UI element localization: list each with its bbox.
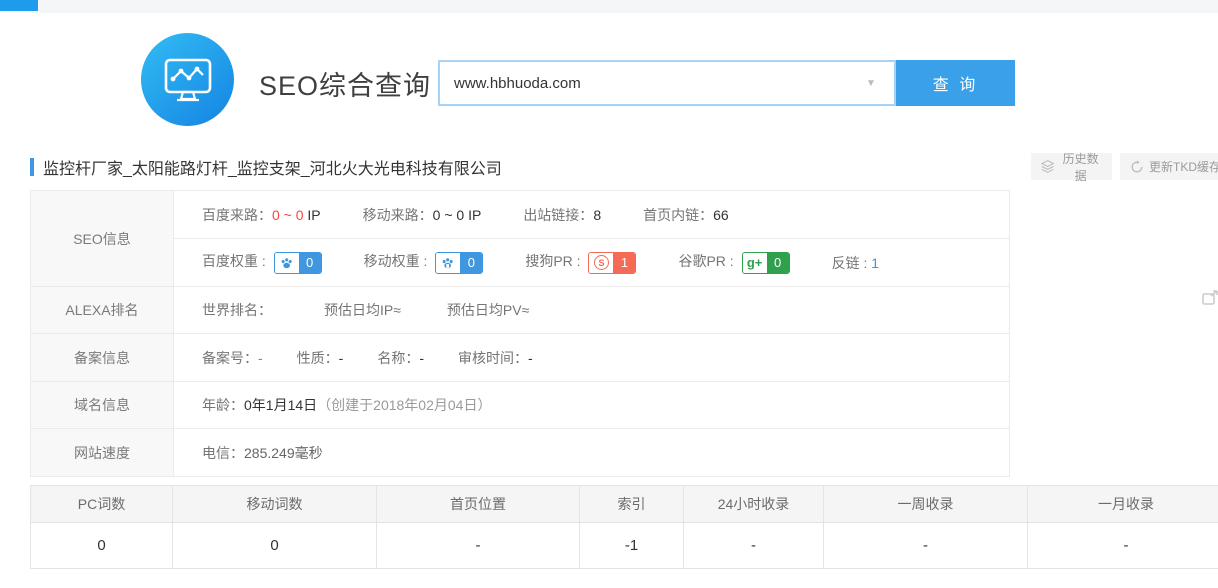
refresh-icon: [1130, 160, 1144, 174]
sogou-pr-badge[interactable]: S 1: [588, 252, 636, 274]
baidu-paw-icon: [275, 253, 299, 273]
search-button[interactable]: 查 询: [896, 60, 1015, 106]
monitor-chart-icon: [161, 56, 215, 104]
icp-number-link[interactable]: -: [258, 350, 263, 366]
stats-table: PC词数 0 移动词数 0 首页位置 - 索引 -1 24小时收录 - 一周收录…: [30, 485, 1218, 569]
stat-value-pc-words: 0: [31, 523, 172, 568]
speed-row: 网站速度 电信： 285.249毫秒: [31, 429, 1009, 476]
est-daily-pv-label: 预估日均PV≈: [447, 300, 529, 320]
floating-widget-icon[interactable]: [1202, 290, 1218, 305]
icp-audit-time: 审核时间：-: [458, 348, 533, 368]
stat-header-mobile-words: 移动词数: [173, 486, 376, 523]
stat-header-home-position: 首页位置: [377, 486, 579, 523]
stat-header-month: 一月收录: [1028, 486, 1218, 523]
top-left-accent: [0, 0, 38, 11]
google-pr: 谷歌PR : g+ 0: [678, 251, 789, 273]
history-data-label: 历史数据: [1059, 150, 1102, 184]
mobile-weight: 移动权重 : 0: [364, 251, 484, 273]
icp-row: 备案信息 备案号：- 性质：- 名称：- 审核时间：-: [31, 334, 1009, 382]
baidu-weight: 百度权重 : 0: [202, 251, 322, 273]
stat-value-mobile-words: 0: [173, 523, 376, 568]
domain-created-note: （创建于2018年02月04日）: [317, 395, 491, 415]
stat-col-index: 索引 -1: [580, 486, 684, 568]
layers-icon: [1041, 159, 1054, 174]
page-title: 监控杆厂家_太阳能路灯杆_监控支架_河北火大光电科技有限公司: [43, 155, 502, 179]
telecom-speed-label: 电信：: [202, 443, 244, 463]
stat-col-week: 一周收录 -: [824, 486, 1028, 568]
backlinks: 反链 : 1: [832, 253, 879, 273]
google-plus-icon: g+: [743, 253, 767, 273]
result-title-row: 监控杆厂家_太阳能路灯杆_监控支架_河北火大光电科技有限公司: [30, 155, 502, 179]
seo-info-row: SEO信息 百度来路：0 ~ 0 IP 移动来路：0 ~ 0 IP 出站链接：8…: [31, 191, 1009, 287]
stat-value-home-position: -: [377, 523, 579, 568]
mobile-traffic: 移动来路：0 ~ 0 IP: [363, 205, 482, 225]
stat-header-week: 一周收录: [824, 486, 1027, 523]
logo: [141, 33, 234, 126]
section-label-speed: 网站速度: [31, 429, 174, 476]
alexa-row: ALEXA排名 世界排名： 预估日均IP≈ 预估日均PV≈: [31, 287, 1009, 334]
google-pr-badge[interactable]: g+ 0: [742, 252, 790, 274]
outbound-links: 出站链接：8: [523, 205, 601, 225]
stat-header-index: 索引: [580, 486, 683, 523]
search-input[interactable]: [438, 60, 896, 106]
domain-age-label: 年龄：: [202, 395, 244, 415]
stat-col-month: 一月收录 -: [1028, 486, 1218, 568]
telecom-speed-value: 285.249毫秒: [244, 443, 323, 463]
domain-row: 域名信息 年龄： 0年1月14日 （创建于2018年02月04日）: [31, 382, 1009, 429]
title-accent-bar: [30, 158, 34, 176]
top-bar: [0, 0, 1218, 13]
update-tkd-cache-label: 更新TKD缓存: [1149, 158, 1218, 175]
sogou-icon: S: [589, 253, 613, 273]
est-daily-ip-label: 预估日均IP≈: [324, 300, 401, 320]
icp-number: 备案号：-: [202, 348, 263, 368]
baidu-traffic: 百度来路：0 ~ 0 IP: [202, 205, 321, 225]
section-label-seo: SEO信息: [31, 191, 174, 286]
world-rank-label: 世界排名：: [202, 300, 272, 320]
homepage-internal-links: 首页内链：66: [643, 205, 729, 225]
page-app-title: SEO综合查询: [259, 64, 431, 103]
seo-traffic-subrow: 百度来路：0 ~ 0 IP 移动来路：0 ~ 0 IP 出站链接：8 首页内链：…: [174, 191, 1009, 239]
stat-value-month: -: [1028, 523, 1218, 568]
section-label-domain: 域名信息: [31, 382, 174, 428]
history-data-button[interactable]: 历史数据: [1031, 153, 1112, 180]
mobile-weight-badge[interactable]: 0: [435, 252, 483, 274]
sogou-pr: 搜狗PR : S 1: [525, 251, 636, 273]
domain-age-value: 0年1月14日: [244, 395, 317, 415]
icp-nature: 性质：-: [297, 348, 344, 368]
icp-name: 名称：-: [377, 348, 424, 368]
stat-col-home-position: 首页位置 -: [377, 486, 580, 568]
stat-value-index: -1: [580, 523, 683, 568]
section-label-icp: 备案信息: [31, 334, 174, 381]
chevron-down-icon[interactable]: ▼: [866, 78, 876, 89]
stat-value-week: -: [824, 523, 1027, 568]
seo-weight-subrow: 百度权重 : 0 移动权重 : 0: [174, 239, 1009, 286]
search-bar: ▼ 查 询: [438, 60, 1015, 106]
stat-col-24h: 24小时收录 -: [684, 486, 824, 568]
baidu-weight-badge[interactable]: 0: [274, 252, 322, 274]
stat-col-pc-words: PC词数 0: [31, 486, 173, 568]
update-tkd-cache-button[interactable]: 更新TKD缓存: [1120, 153, 1218, 180]
stat-header-pc-words: PC词数: [31, 486, 172, 523]
mobile-paw-icon: [436, 253, 460, 273]
section-label-alexa: ALEXA排名: [31, 287, 174, 333]
stat-header-24h: 24小时收录: [684, 486, 823, 523]
stat-col-mobile-words: 移动词数 0: [173, 486, 377, 568]
backlinks-count-link[interactable]: 1: [871, 255, 879, 271]
stat-value-24h: -: [684, 523, 823, 568]
info-table: SEO信息 百度来路：0 ~ 0 IP 移动来路：0 ~ 0 IP 出站链接：8…: [30, 190, 1010, 477]
